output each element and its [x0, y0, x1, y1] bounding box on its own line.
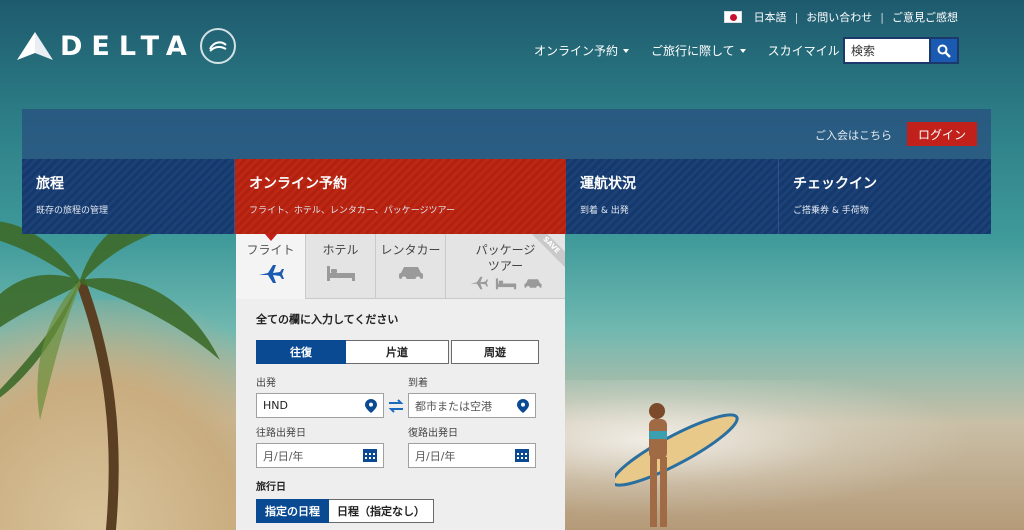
origin-label: 出発: [256, 378, 276, 389]
tab-flight[interactable]: フライト: [236, 234, 306, 299]
japan-flag-icon: [723, 11, 742, 23]
member-band: ご入会はこちら ログイン: [22, 109, 991, 159]
location-pin-icon: [517, 398, 529, 413]
trip-multi-city[interactable]: 周遊: [451, 340, 539, 364]
panel-subtitle: 到着 & 出発: [580, 206, 629, 216]
language-link[interactable]: 日本語: [754, 9, 787, 25]
skyteam-icon: [199, 28, 236, 64]
swap-arrows-icon: [388, 398, 404, 413]
origin-input[interactable]: HND: [256, 393, 384, 418]
calendar-icon: [515, 449, 529, 462]
tab-hotel[interactable]: ホテル: [306, 234, 376, 299]
feedback-link[interactable]: ご意見ご感想: [892, 9, 958, 25]
exact-dates-option[interactable]: 指定の日程: [256, 499, 329, 523]
origin-field: 出発 HND: [256, 374, 384, 418]
nav-travel-info[interactable]: ご旅行に際して: [651, 42, 746, 59]
panel-title: 旅程: [36, 176, 64, 192]
bed-icon: [326, 266, 355, 281]
delta-logo[interactable]: DELTA: [16, 28, 236, 64]
depart-date-field: 往路出発日 月/日/年: [256, 424, 384, 468]
panel-online-booking[interactable]: オンライン予約 フライト、ホテル、レンタカー、パッケージツアー: [235, 159, 566, 234]
nav-label: ご旅行に際して: [651, 44, 735, 58]
swap-route-button[interactable]: [384, 393, 408, 418]
travel-dates-selector: 旅行日 指定の日程 日程（指定なし）: [256, 478, 545, 523]
utility-separator: |: [794, 10, 799, 24]
trip-one-way[interactable]: 片道: [346, 340, 449, 364]
tab-label: ホテル: [322, 243, 359, 257]
depart-date-label: 往路出発日: [256, 428, 306, 439]
airplane-icon: [258, 265, 284, 283]
destination-placeholder: 都市または空港: [415, 399, 492, 413]
return-date-placeholder: 月/日/年: [415, 449, 456, 463]
utility-separator: |: [880, 10, 884, 24]
nav-online-booking[interactable]: オンライン予約: [534, 42, 630, 59]
chevron-down-icon: [739, 48, 746, 53]
tab-label: パッケージ: [475, 243, 536, 257]
travel-dates-label: 旅行日: [256, 482, 286, 493]
panel-check-in[interactable]: チェックイン ご搭乗券 & 手荷物: [779, 159, 991, 234]
panel-title: 運航状況: [580, 176, 636, 192]
search-button[interactable]: [929, 37, 959, 64]
search-input[interactable]: [843, 37, 929, 64]
tab-package-tour[interactable]: パッケージ ツアー SAVE: [446, 234, 565, 299]
site-search: [843, 37, 959, 64]
save-badge-text: SAVE: [529, 234, 565, 270]
join-link[interactable]: ご入会はこちら: [815, 127, 892, 143]
main-nav: オンライン予約 ご旅行に際して スカイマイル: [534, 42, 873, 59]
trip-type-selector: 往復 片道 周遊: [256, 340, 545, 364]
return-date-input[interactable]: 月/日/年: [408, 443, 536, 468]
nav-label: スカイマイル: [767, 44, 840, 58]
nav-skymiles[interactable]: スカイマイル: [768, 42, 851, 59]
save-badge: SAVE: [529, 234, 565, 270]
login-button[interactable]: ログイン: [907, 122, 977, 146]
return-date-field: 復路出発日 月/日/年: [408, 424, 536, 468]
tab-label: フライト: [246, 243, 295, 257]
active-tab-pointer: [264, 234, 277, 241]
panel-title: チェックイン: [793, 176, 877, 192]
panel-title: オンライン予約: [249, 176, 347, 192]
primary-panels: 旅程 既存の旅程の管理 オンライン予約 フライト、ホテル、レンタカー、パッケージ…: [22, 159, 991, 234]
surfer-illustration: [615, 403, 739, 527]
nav-label: オンライン予約: [534, 44, 619, 58]
logo-wordmark: DELTA: [60, 30, 196, 62]
search-icon: [937, 44, 951, 58]
booking-widget: フライト ホテル レンタカー パッケージ ツアー SAVE 全ての欄に入力してく…: [236, 234, 565, 530]
travel-dates-options: 指定の日程 日程（指定なし）: [256, 499, 545, 523]
airplane-icon: [470, 276, 488, 290]
destination-label: 到着: [408, 378, 428, 389]
route-row: 出発 HND 到着 都市または空港: [256, 374, 545, 418]
contact-link[interactable]: お問い合わせ: [806, 9, 872, 25]
depart-date-input[interactable]: 月/日/年: [256, 443, 384, 468]
date-spacer: [384, 443, 408, 468]
chevron-down-icon: [623, 48, 630, 53]
form-instruction: 全ての欄に入力してください: [256, 313, 399, 326]
destination-input[interactable]: 都市または空港: [408, 393, 536, 418]
calendar-icon: [363, 449, 377, 462]
car-icon: [398, 267, 423, 282]
panel-subtitle: ご搭乗券 & 手荷物: [793, 206, 869, 216]
utility-bar: 日本語 | お問い合わせ | ご意見ご感想: [723, 9, 958, 25]
tab-rental-car[interactable]: レンタカー: [376, 234, 446, 299]
delta-widget-icon: [17, 32, 53, 60]
return-date-label: 復路出発日: [408, 428, 458, 439]
tab-label: ツアー: [487, 259, 524, 273]
panel-subtitle: 既存の旅程の管理: [36, 206, 109, 216]
destination-field: 到着 都市または空港: [408, 374, 536, 418]
panel-subtitle: フライト、ホテル、レンタカー、パッケージツアー: [249, 206, 456, 216]
date-row: 往路出発日 月/日/年 復路出発日 月/日/年: [256, 424, 545, 468]
location-pin-icon: [365, 398, 377, 413]
booking-tabs: フライト ホテル レンタカー パッケージ ツアー SAVE: [236, 234, 565, 299]
panel-flight-status[interactable]: 運航状況 到着 & 出発: [566, 159, 779, 234]
tab-label: レンタカー: [380, 243, 441, 257]
flexible-dates-option[interactable]: 日程（指定なし）: [329, 499, 434, 523]
depart-date-placeholder: 月/日/年: [263, 449, 304, 463]
origin-value: HND: [263, 399, 288, 412]
flight-search-form: 全ての欄に入力してください 往復 片道 周遊 出発 HND 到着 都市または空港: [236, 299, 565, 530]
bed-icon: [495, 277, 516, 289]
car-icon: [523, 278, 542, 290]
trip-round-trip[interactable]: 往復: [256, 340, 346, 364]
panel-my-trips[interactable]: 旅程 既存の旅程の管理: [22, 159, 235, 234]
